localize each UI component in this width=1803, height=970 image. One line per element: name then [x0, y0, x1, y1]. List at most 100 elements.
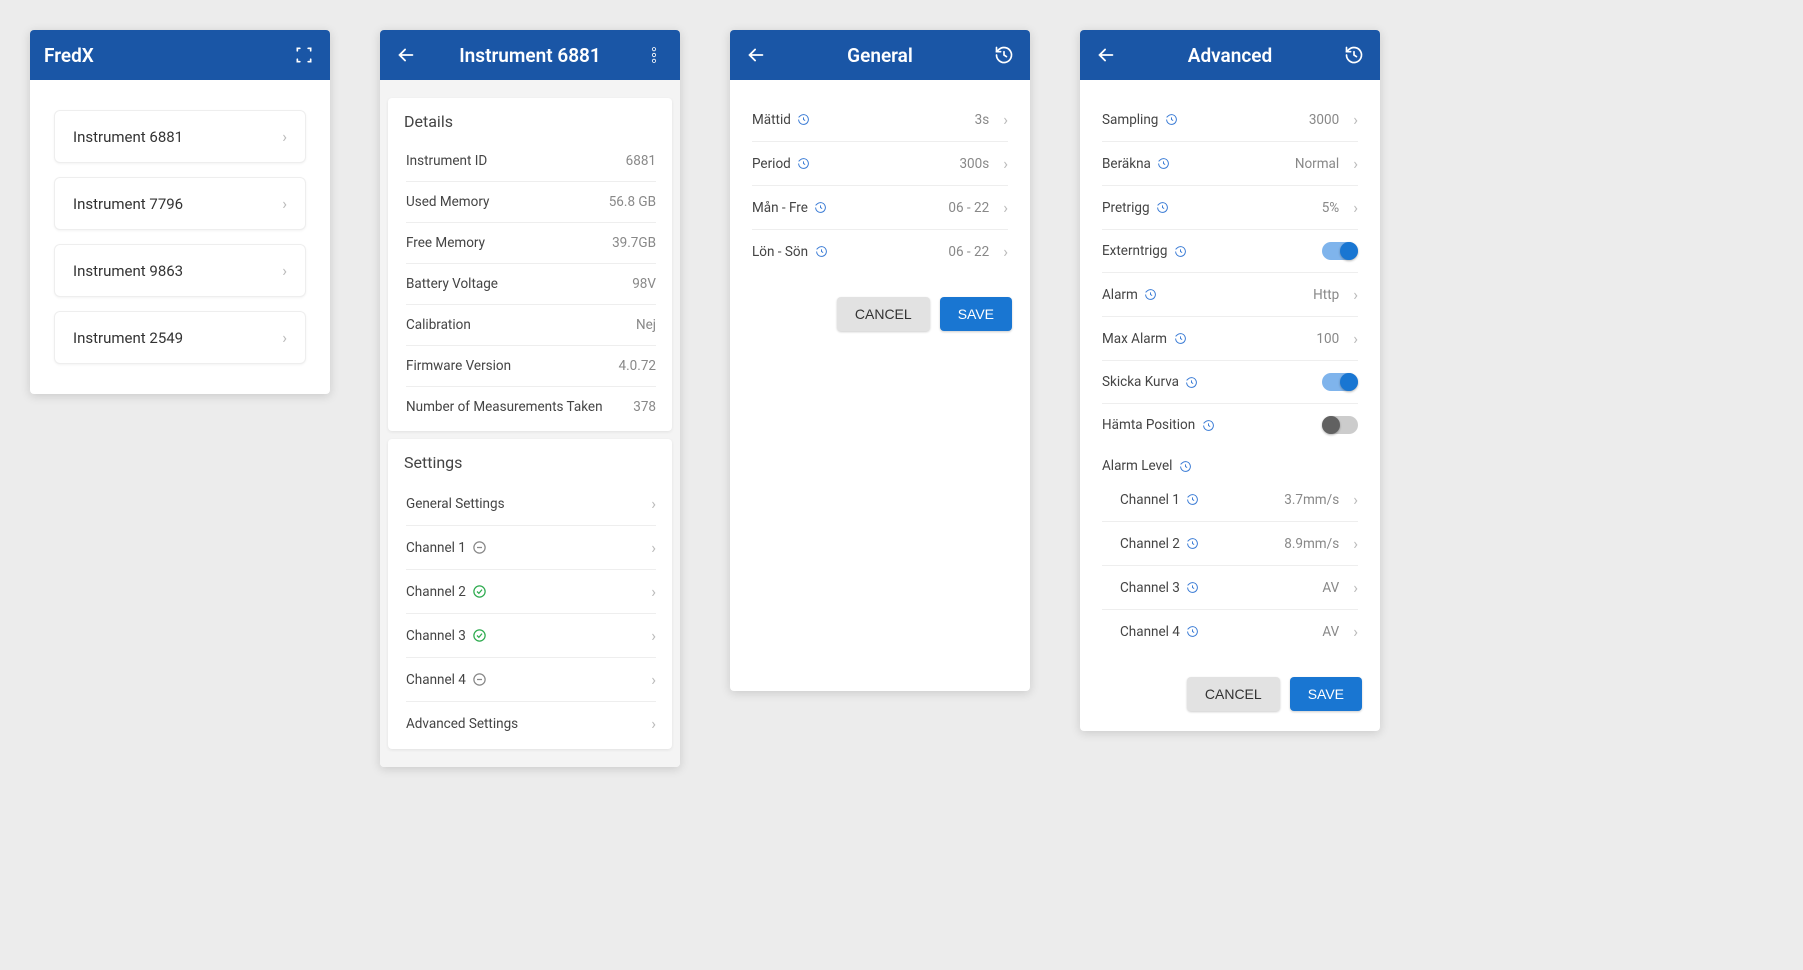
row-value: 8.9mm/s: [1284, 536, 1339, 552]
instrument-list: Instrument 6881› Instrument 7796› Instrume…: [30, 80, 330, 394]
row-label: Max Alarm: [1102, 331, 1167, 347]
row-label: Period: [752, 156, 791, 172]
scan-icon[interactable]: [292, 43, 316, 67]
page-title: Advanced: [1132, 44, 1328, 67]
advanced-row[interactable]: Pretrigg 5%›: [1102, 186, 1358, 230]
save-button[interactable]: SAVE: [940, 297, 1012, 331]
detail-label: Calibration: [406, 317, 628, 333]
alarm-level-row[interactable]: Channel 3 AV›: [1102, 566, 1358, 610]
chevron-right-icon: ›: [1353, 490, 1358, 509]
row-value: 100: [1316, 331, 1339, 347]
content: Details Instrument ID6881Used Memory56.8…: [380, 80, 680, 767]
restore-icon[interactable]: [992, 43, 1016, 67]
toggle-switch[interactable]: [1322, 373, 1358, 391]
row-label: Externtrigg: [1102, 243, 1167, 259]
content: Mättid 3s›Period 300s›Mån - Fre 06 - 22›…: [730, 80, 1030, 277]
settings-label: General Settings: [406, 496, 637, 512]
row-value: 06 - 22: [948, 200, 989, 216]
chevron-right-icon: ›: [651, 670, 656, 689]
history-icon: [1178, 459, 1192, 473]
history-icon: [1186, 493, 1200, 507]
back-icon[interactable]: [394, 43, 418, 67]
restore-icon[interactable]: [1342, 43, 1366, 67]
instrument-label: Instrument 9863: [73, 262, 183, 280]
row-value: AV: [1322, 624, 1339, 640]
advanced-row[interactable]: Max Alarm 100›: [1102, 317, 1358, 361]
settings-label: Channel 3: [406, 628, 637, 644]
row-label: Skicka Kurva: [1102, 374, 1179, 390]
instrument-card[interactable]: Instrument 9863 ›: [54, 244, 306, 297]
advanced-row[interactable]: Alarm Http›: [1102, 273, 1358, 317]
toggle-switch[interactable]: [1322, 242, 1358, 260]
save-button[interactable]: SAVE: [1290, 677, 1362, 711]
more-icon[interactable]: [642, 43, 666, 67]
chevron-right-icon: ›: [282, 127, 287, 146]
detail-label: Instrument ID: [406, 153, 618, 169]
settings-row[interactable]: General Settings ›: [406, 482, 656, 526]
cancel-button[interactable]: CANCEL: [837, 297, 930, 331]
detail-value: 39.7GB: [612, 235, 656, 251]
status-neutral-icon: [472, 672, 488, 688]
detail-label: Number of Measurements Taken: [406, 399, 625, 415]
details-title: Details: [404, 112, 656, 131]
alarm-level-header: Alarm Level: [1102, 446, 1358, 478]
settings-row[interactable]: Advanced Settings ›: [406, 702, 656, 745]
detail-label: Free Memory: [406, 235, 604, 251]
settings-row[interactable]: Channel 4 ›: [406, 658, 656, 702]
instrument-card[interactable]: Instrument 7796›: [54, 177, 306, 230]
row-label: Mån - Fre: [752, 200, 808, 216]
general-row[interactable]: Mån - Fre 06 - 22›: [752, 186, 1008, 230]
screen-instrument-detail: Instrument 6881 Details Instrument ID688…: [380, 30, 680, 767]
advanced-row: Externtrigg: [1102, 230, 1358, 273]
settings-row[interactable]: Channel 3 ›: [406, 614, 656, 658]
general-row[interactable]: Lön - Sön 06 - 22 ›: [752, 230, 1008, 273]
status-ok-icon: [472, 628, 488, 644]
general-row[interactable]: Period 300s›: [752, 142, 1008, 186]
advanced-row[interactable]: Beräkna Normal›: [1102, 142, 1358, 186]
chevron-right-icon: ›: [1353, 154, 1358, 173]
chevron-right-icon: ›: [1003, 242, 1008, 261]
history-icon: [797, 113, 811, 127]
alarm-level-row[interactable]: Channel 2 8.9mm/s›: [1102, 522, 1358, 566]
alarm-level-row[interactable]: Channel 1 3.7mm/s›: [1102, 478, 1358, 522]
history-icon: [1186, 537, 1200, 551]
toggle-switch[interactable]: [1322, 416, 1358, 434]
chevron-right-icon: ›: [1353, 198, 1358, 217]
general-row[interactable]: Mättid 3s›: [752, 98, 1008, 142]
back-icon[interactable]: [1094, 43, 1118, 67]
cancel-button[interactable]: CANCEL: [1187, 677, 1280, 711]
settings-label: Channel 2: [406, 584, 637, 600]
row-label: Lön - Sön: [752, 244, 808, 260]
chevron-right-icon: ›: [1353, 110, 1358, 129]
instrument-card[interactable]: Instrument 2549›: [54, 311, 306, 364]
detail-value: 56.8 GB: [609, 194, 656, 210]
detail-row: Calibration Nej: [406, 305, 656, 346]
row-value: 300s: [959, 156, 989, 172]
row-value: 06 - 22: [948, 244, 989, 260]
instrument-card[interactable]: Instrument 6881›: [54, 110, 306, 163]
chevron-right-icon: ›: [1353, 578, 1358, 597]
chevron-right-icon: ›: [282, 261, 287, 280]
settings-row[interactable]: Channel 1 ›: [406, 526, 656, 570]
row-label: Mättid: [752, 112, 791, 128]
history-icon: [1144, 288, 1158, 302]
history-icon: [1186, 625, 1200, 639]
detail-row: Instrument ID6881: [406, 141, 656, 182]
app-title: FredX: [44, 44, 278, 67]
settings-card: Settings General Settings ›Channel 1 ›Ch…: [388, 439, 672, 749]
chevron-right-icon: ›: [282, 194, 287, 213]
status-ok-icon: [472, 584, 488, 600]
detail-value: 4.0.72: [619, 358, 656, 374]
instrument-label: Instrument 2549: [73, 329, 183, 347]
back-icon[interactable]: [744, 43, 768, 67]
advanced-row: Hämta Position: [1102, 404, 1358, 446]
chevron-right-icon: ›: [651, 538, 656, 557]
screen-general: General Mättid 3s›Period 300s›Mån - Fre …: [730, 30, 1030, 691]
settings-row[interactable]: Channel 2 ›: [406, 570, 656, 614]
settings-label: Advanced Settings: [406, 716, 637, 732]
advanced-row[interactable]: Sampling 3000›: [1102, 98, 1358, 142]
alarm-level-row[interactable]: Channel 4 AV›: [1102, 610, 1358, 653]
detail-value: Nej: [636, 317, 656, 333]
row-label: Channel 1: [1120, 492, 1180, 508]
page-title: Instrument 6881: [432, 44, 628, 67]
